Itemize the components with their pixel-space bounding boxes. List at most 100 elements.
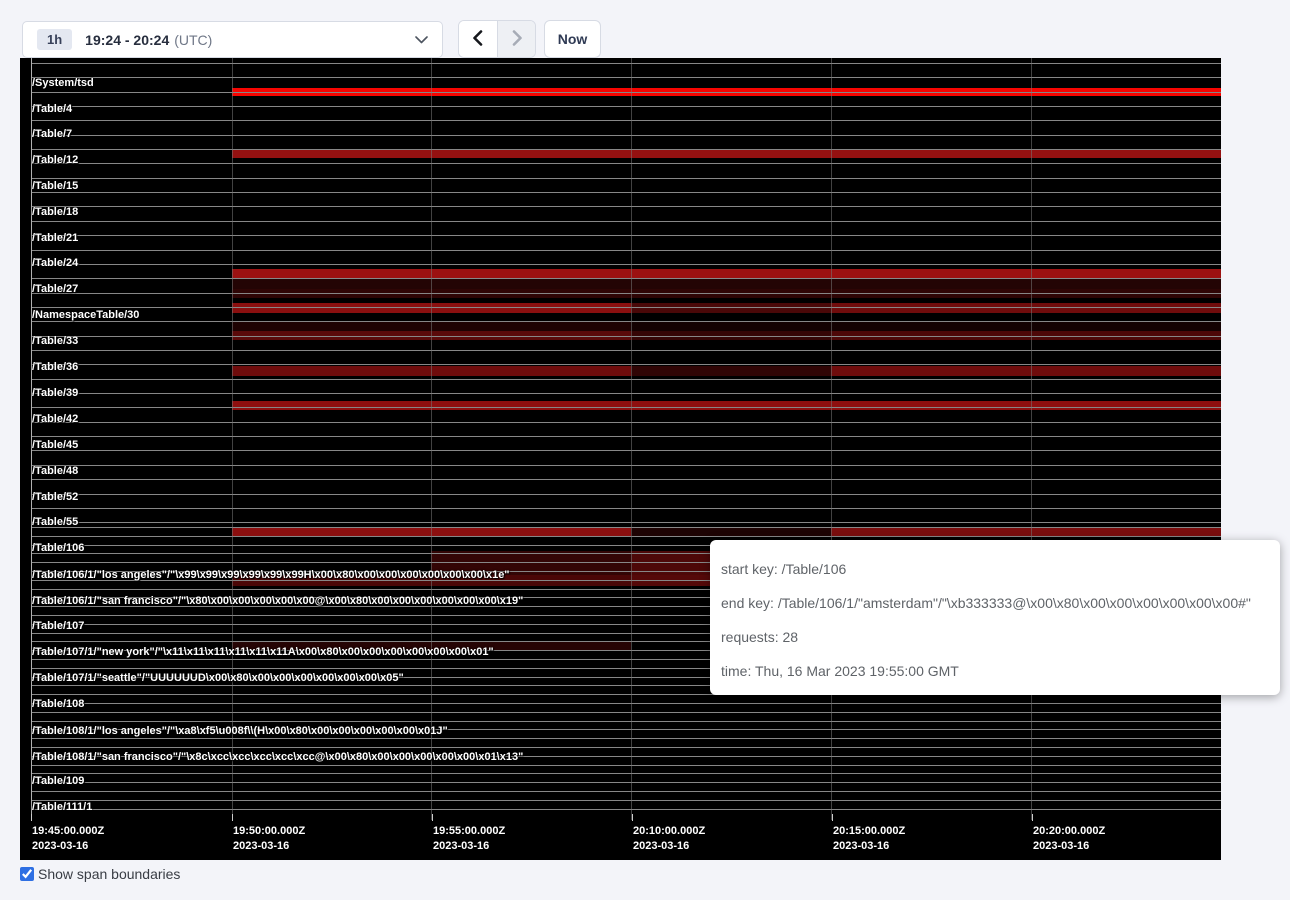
tooltip-end-key: end key: /Table/106/1/"amsterdam"/"\xb33… xyxy=(721,586,1270,620)
axis-tick-mark xyxy=(232,814,233,821)
time-gridline xyxy=(1031,58,1032,820)
span-boundary-line xyxy=(31,747,1221,748)
span-boundary-line xyxy=(31,350,1221,351)
span-label: /Table/55 xyxy=(32,516,78,528)
span-label: /NamespaceTable/30 xyxy=(32,309,139,321)
span-boundary-line xyxy=(31,106,1221,107)
span-boundary-line xyxy=(31,721,1221,722)
span-label: /Table/111/1 xyxy=(32,801,92,813)
span-label: /Table/27 xyxy=(32,283,78,295)
heat-band[interactable] xyxy=(232,269,1221,278)
span-label: /Table/107 xyxy=(32,620,84,632)
span-label: /Table/45 xyxy=(32,439,78,451)
axis-tick-date: 2023-03-16 xyxy=(833,840,889,852)
span-label: /Table/15 xyxy=(32,180,78,192)
axis-tick-time: 20:10:00.000Z xyxy=(633,825,705,837)
span-boundary-line xyxy=(31,508,1221,509)
time-range-preset-badge: 1h xyxy=(37,29,72,50)
span-boundary-line xyxy=(31,235,1221,236)
span-label: /Table/24 xyxy=(32,257,78,269)
span-boundary-line xyxy=(31,178,1221,179)
heat-band[interactable] xyxy=(631,303,831,313)
next-range-button[interactable] xyxy=(497,21,535,57)
heat-band[interactable] xyxy=(232,149,1221,158)
axis-tick-date: 2023-03-16 xyxy=(433,840,489,852)
tooltip-requests: requests: 28 xyxy=(721,620,1270,654)
axis-tick-time: 19:45:00.000Z xyxy=(32,825,104,837)
axis-tick-time: 20:15:00.000Z xyxy=(833,825,905,837)
span-boundary-line xyxy=(31,536,1221,537)
span-boundary-line xyxy=(31,250,1221,251)
span-boundary-line xyxy=(31,321,1221,322)
axis-tick-date: 2023-03-16 xyxy=(1033,840,1089,852)
span-label: /Table/12 xyxy=(32,154,78,166)
axis-tick-mark xyxy=(832,814,833,821)
tooltip-time: time: Thu, 16 Mar 2023 19:55:00 GMT xyxy=(721,654,1270,688)
span-label: /Table/48 xyxy=(32,465,78,477)
axis-tick-mark xyxy=(632,814,633,821)
heat-band[interactable] xyxy=(831,303,1221,313)
heat-band[interactable] xyxy=(631,527,831,536)
span-boundary-line xyxy=(31,436,1221,437)
span-label: /Table/108/1/"san francisco"/"\x8c\xcc\x… xyxy=(32,751,523,763)
span-boundary-line xyxy=(31,522,1221,523)
heat-band[interactable] xyxy=(831,366,1221,376)
axis-tick-mark xyxy=(432,814,433,821)
time-nav-group xyxy=(458,20,536,58)
span-label: /Table/18 xyxy=(32,206,78,218)
span-boundary-line xyxy=(31,206,1221,207)
span-boundary-line xyxy=(31,465,1221,466)
span-label: /Table/33 xyxy=(32,335,78,347)
heat-band[interactable] xyxy=(831,527,1221,536)
span-boundary-line xyxy=(31,192,1221,193)
span-boundary-line xyxy=(31,221,1221,222)
span-boundary-line xyxy=(31,379,1221,380)
span-label: /Table/108 xyxy=(32,698,84,710)
heat-band[interactable] xyxy=(232,279,1221,289)
prev-range-button[interactable] xyxy=(459,21,497,57)
heat-band[interactable] xyxy=(631,366,831,376)
span-boundary-line xyxy=(31,791,1221,792)
now-button[interactable]: Now xyxy=(544,20,601,58)
span-boundary-line xyxy=(31,120,1221,121)
span-boundary-line xyxy=(31,149,1221,150)
time-gridline xyxy=(631,58,632,820)
time-gridline xyxy=(431,58,432,820)
span-boundary-line xyxy=(31,63,1221,64)
key-visualizer-canvas[interactable]: /System/tsd/Table/4/Table/7/Table/12/Tab… xyxy=(20,58,1221,860)
tooltip-start-key: start key: /Table/106 xyxy=(721,552,1270,586)
show-span-boundaries-checkbox[interactable] xyxy=(20,867,34,881)
axis-tick-date: 2023-03-16 xyxy=(233,840,289,852)
span-boundary-line xyxy=(31,407,1221,408)
heat-band[interactable] xyxy=(232,401,1221,410)
heat-band[interactable] xyxy=(631,322,1221,331)
chevron-left-icon xyxy=(471,30,485,49)
span-label: /Table/42 xyxy=(32,413,78,425)
span-boundary-line xyxy=(31,364,1221,365)
span-label: /Table/108/1/"los angeles"/"\xa8\xf5\u00… xyxy=(32,725,448,737)
span-boundary-line xyxy=(31,135,1221,136)
key-visualizer-page: 1h 19:24 - 20:24 (UTC) Now /System/tsd/T… xyxy=(0,0,1290,900)
axis-tick-time: 20:20:00.000Z xyxy=(1033,825,1105,837)
span-boundary-line xyxy=(31,712,1221,713)
span-boundary-line xyxy=(31,450,1221,451)
time-gridline xyxy=(831,58,832,820)
time-range-selector[interactable]: 1h 19:24 - 20:24 (UTC) xyxy=(22,21,443,58)
time-range-text: 19:24 - 20:24 xyxy=(85,32,169,48)
span-boundary-line xyxy=(31,163,1221,164)
span-boundary-line xyxy=(31,77,1221,78)
span-boundary-line xyxy=(31,92,1221,93)
axis-tick-mark xyxy=(31,814,32,821)
axis-tick-mark xyxy=(1032,814,1033,821)
span-boundary-line xyxy=(31,494,1221,495)
span-label: /Table/21 xyxy=(32,232,78,244)
show-span-boundaries-label: Show span boundaries xyxy=(38,866,180,882)
span-label: /Table/109 xyxy=(32,775,84,787)
span-boundary-line xyxy=(31,765,1221,766)
span-label: /Table/107/1/"new york"/"\x11\x11\x11\x1… xyxy=(32,646,494,658)
span-boundary-line xyxy=(31,422,1221,423)
span-label: /Table/7 xyxy=(32,128,72,140)
span-label: /Table/106 xyxy=(32,542,84,554)
span-boundary-line xyxy=(31,479,1221,480)
span-label: /System/tsd xyxy=(32,77,94,89)
